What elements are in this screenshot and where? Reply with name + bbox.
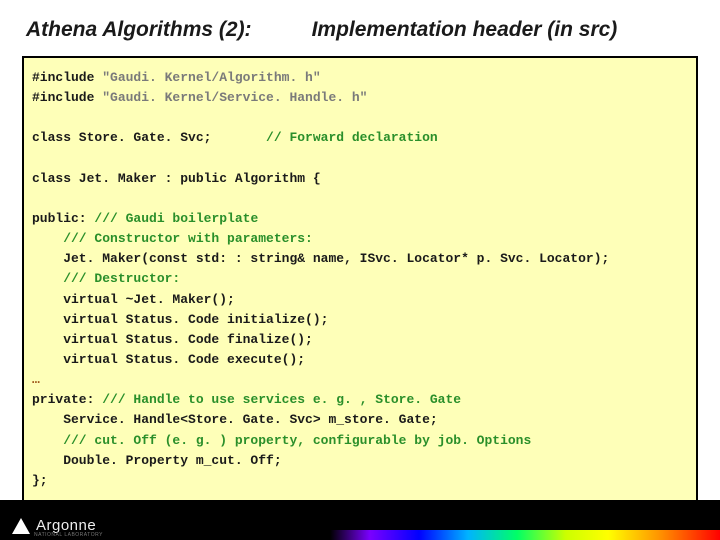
code-line: /// cut. Off (e. g. ) property, configur…: [32, 433, 531, 448]
code-line: virtual Status. Code finalize();: [32, 332, 313, 347]
title-left: Athena Algorithms (2):: [26, 18, 252, 42]
code-line: #include "Gaudi. Kernel/Service. Handle.…: [32, 90, 367, 105]
code-line: Double. Property m_cut. Off;: [32, 453, 282, 468]
logo-triangle-icon: [12, 518, 30, 534]
code-line: …: [32, 372, 40, 387]
code-line: virtual Status. Code initialize();: [32, 312, 328, 327]
code-block: #include "Gaudi. Kernel/Algorithm. h" #i…: [22, 56, 698, 503]
footer-bar: Argonne NATIONAL LABORATORY: [0, 500, 720, 540]
code-line: public: /// Gaudi boilerplate: [32, 211, 258, 226]
slide: Athena Algorithms (2): Implementation he…: [0, 0, 720, 540]
code-line: private: /// Handle to use services e. g…: [32, 392, 461, 407]
code-line: class Jet. Maker : public Algorithm {: [32, 171, 321, 186]
code-line: /// Constructor with parameters:: [32, 231, 313, 246]
code-line: };: [32, 473, 48, 488]
logo-subtext: NATIONAL LABORATORY: [34, 532, 103, 538]
code-line: #include "Gaudi. Kernel/Algorithm. h": [32, 70, 321, 85]
title-right: Implementation header (in src): [312, 18, 618, 42]
spectrum-bar-icon: [370, 530, 720, 540]
code-line: virtual Status. Code execute();: [32, 352, 305, 367]
code-line: virtual ~Jet. Maker();: [32, 292, 235, 307]
code-line: Jet. Maker(const std: : string& name, IS…: [32, 251, 609, 266]
code-line: /// Destructor:: [32, 271, 180, 286]
code-line: Service. Handle<Store. Gate. Svc> m_stor…: [32, 412, 438, 427]
code-content: #include "Gaudi. Kernel/Algorithm. h" #i…: [32, 68, 688, 491]
slide-header: Athena Algorithms (2): Implementation he…: [0, 0, 720, 52]
code-line: class Store. Gate. Svc; // Forward decla…: [32, 130, 438, 145]
